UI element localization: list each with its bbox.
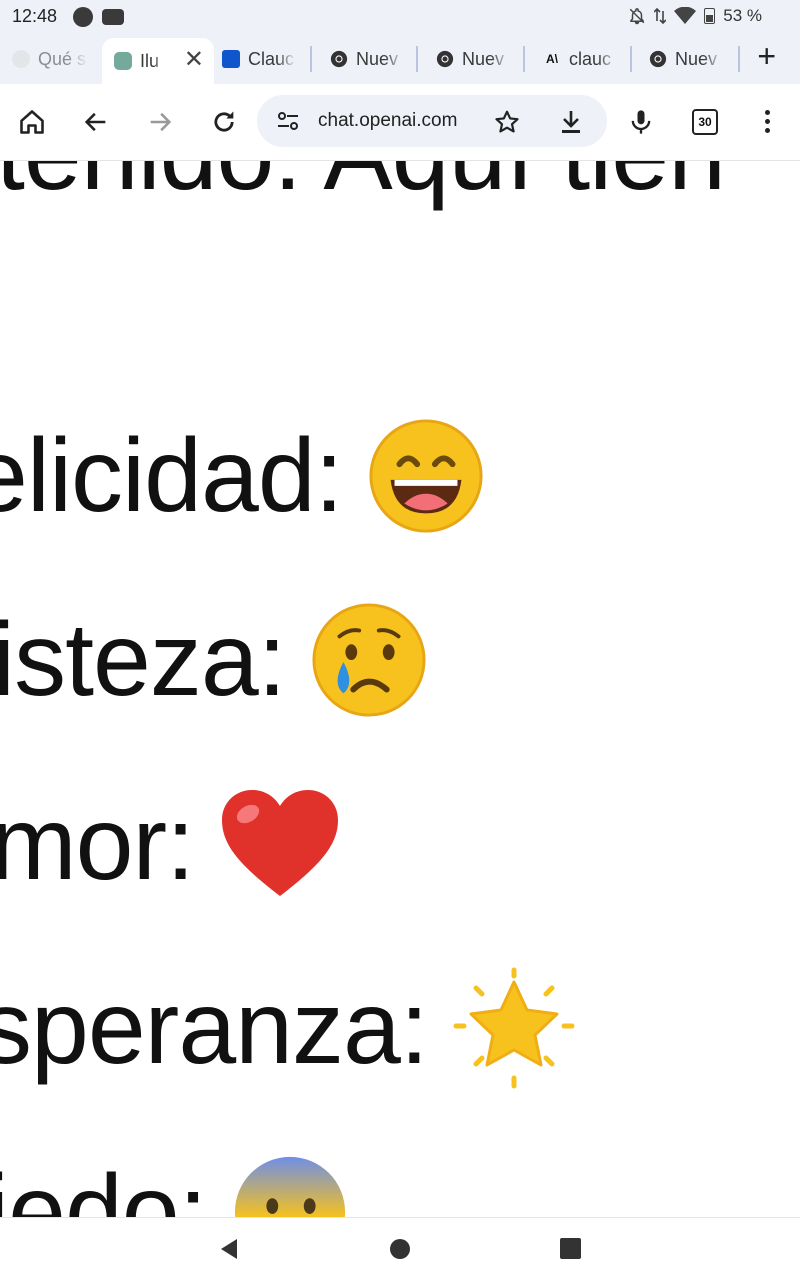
tab-strip: Qué s Ilu ✕ Clauc Nuev Nuev A\ clauc Nue… (0, 34, 800, 84)
red-heart-emoji-icon (222, 789, 338, 896)
crying-face-emoji-icon (312, 602, 426, 717)
url-text[interactable]: chat.openai.com (318, 110, 457, 132)
back-triangle-icon[interactable] (219, 1238, 239, 1260)
chrome-icon (330, 50, 348, 68)
google-icon (12, 50, 30, 68)
microphone-icon[interactable] (627, 108, 655, 136)
chrome-icon (436, 50, 454, 68)
status-time: 12:48 (12, 6, 58, 26)
data-arrows-icon (654, 7, 667, 25)
whatsapp-icon (73, 7, 93, 27)
glowing-star-emoji-icon (453, 967, 575, 1089)
youtube-icon (102, 9, 124, 25)
home-circle-icon[interactable] (389, 1238, 411, 1260)
claude-blue-icon (222, 50, 240, 68)
address-bar[interactable]: chat.openai.com (257, 95, 607, 147)
tab-item[interactable]: Nuev (649, 40, 729, 78)
content-line-amor: mor: (0, 789, 342, 908)
status-bar: 12:48 53 % (0, 0, 800, 34)
content-line-tristeza: isteza: (0, 602, 428, 727)
content-line-esperanza: speranza: (0, 967, 576, 1098)
system-nav-bar (0, 1217, 800, 1281)
fearful-face-emoji-icon (234, 1156, 345, 1217)
content-line-felicidad: elicidad: (0, 418, 485, 543)
tab-item[interactable]: Nuev (436, 40, 516, 78)
close-tab-icon[interactable]: ✕ (184, 48, 204, 72)
openai-icon (114, 52, 132, 70)
tab-item-active[interactable]: Ilu ✕ (102, 38, 214, 84)
bell-off-icon (629, 8, 645, 25)
chrome-icon (649, 50, 667, 68)
home-icon[interactable] (18, 108, 46, 136)
download-icon[interactable] (559, 109, 583, 135)
tab-switcher-button[interactable]: 30 (692, 109, 718, 135)
recents-square-icon[interactable] (560, 1238, 581, 1259)
back-arrow-icon[interactable] (82, 108, 110, 136)
tab-item[interactable]: Nuev (330, 40, 410, 78)
grinning-face-emoji-icon (369, 418, 483, 533)
bookmark-star-icon[interactable] (494, 109, 520, 135)
new-tab-button[interactable]: + (757, 40, 776, 72)
site-settings-icon[interactable] (277, 111, 299, 131)
forward-arrow-icon[interactable] (146, 108, 174, 136)
content-line: tenido: Aquí tien (0, 161, 726, 209)
content-line-miedo: iedo: (0, 1156, 349, 1217)
anthropic-icon: A\ (546, 52, 558, 66)
tab-item[interactable]: Qué s (12, 40, 92, 78)
wifi-icon (674, 7, 697, 24)
tab-item[interactable]: A\ clauc (543, 40, 623, 78)
battery-icon (704, 8, 716, 24)
tab-item[interactable]: Clauc (222, 40, 302, 78)
browser-toolbar: chat.openai.com 30 (0, 84, 800, 161)
page-content: tenido: Aquí tien elicidad: isteza: mor:… (0, 161, 800, 1217)
more-menu-icon[interactable] (765, 110, 771, 137)
reload-icon[interactable] (210, 108, 238, 136)
battery-percent: 53 % (723, 6, 762, 25)
